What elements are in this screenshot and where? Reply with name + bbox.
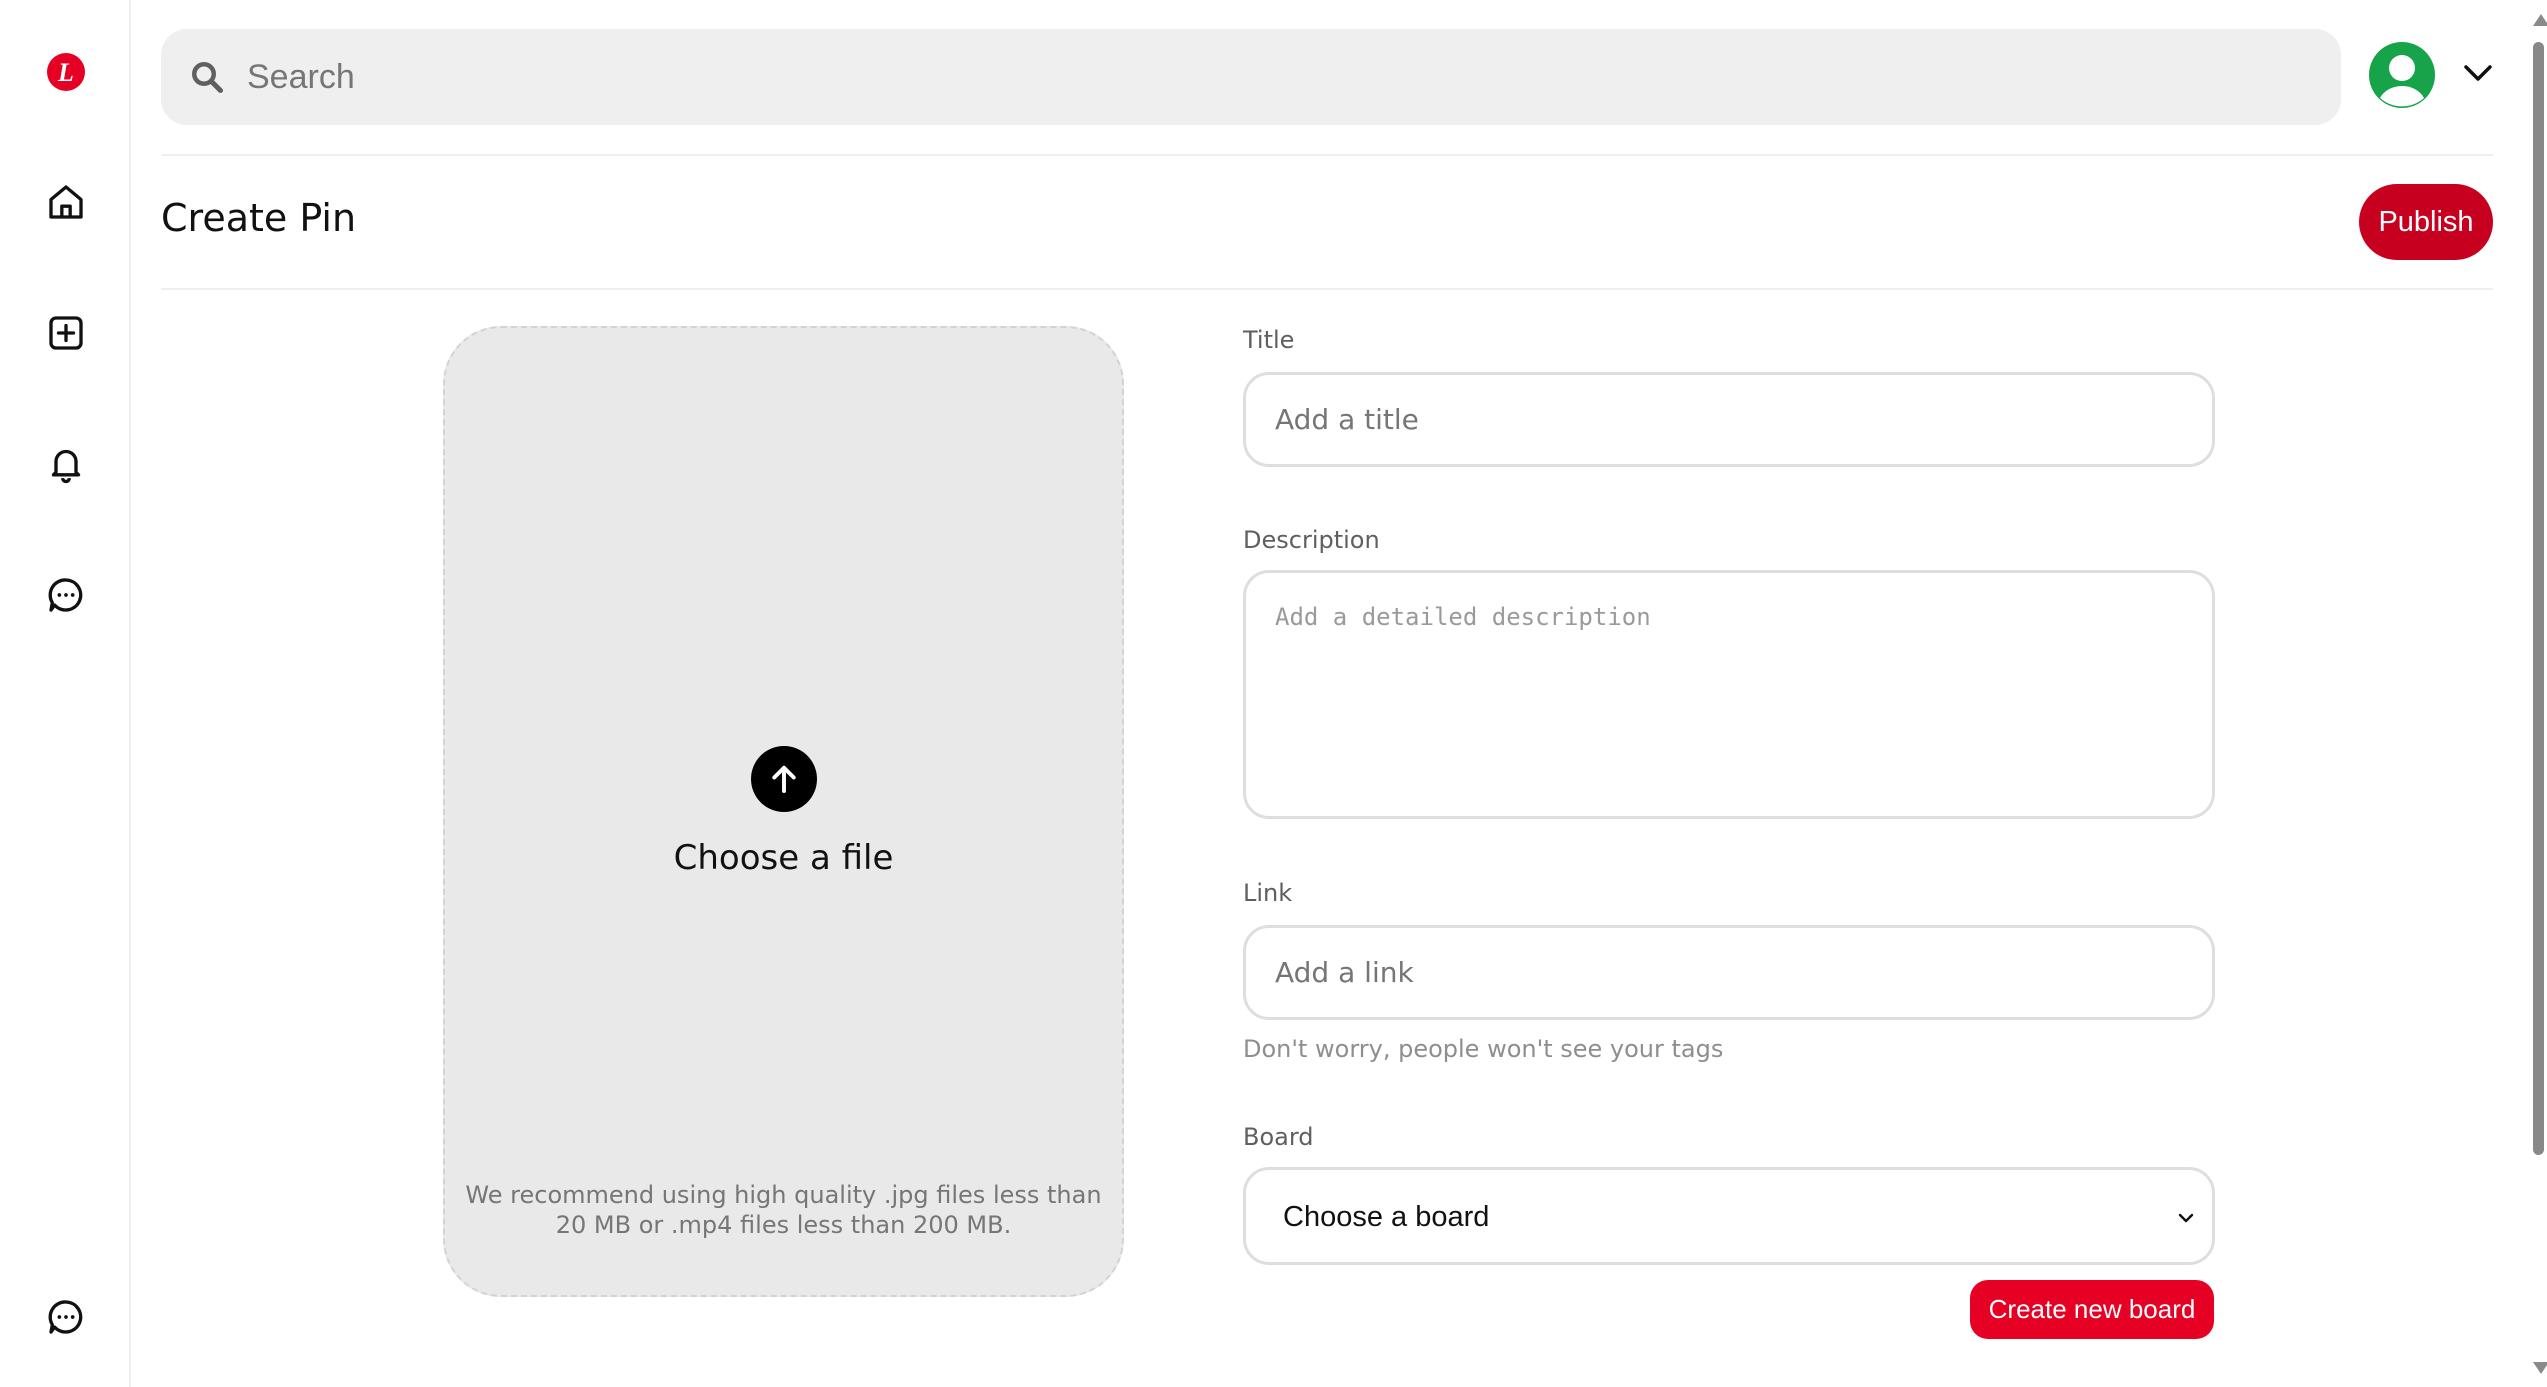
title-input[interactable] [1243,372,2215,467]
arrow-up-icon [772,765,796,793]
search-icon [192,62,224,94]
user-avatar-button[interactable] [2368,41,2436,109]
page-title: Create Pin [161,196,357,240]
svg-text:L: L [57,58,74,87]
header-divider [161,154,2493,156]
sidebar-item-messages[interactable] [34,563,98,627]
description-label: Description [1243,526,1380,554]
description-textarea[interactable] [1243,570,2215,819]
chat-icon [48,578,83,612]
board-select-value: Choose a board [1283,1201,1490,1233]
chevron-down-icon [2464,65,2492,81]
search-input[interactable] [247,29,2307,125]
board-label: Board [1243,1123,1314,1151]
sidebar-bottom-chat[interactable] [34,1285,98,1349]
board-select[interactable]: Choose a board [1243,1167,2215,1265]
scrollbar[interactable] [2529,0,2547,1387]
upload-button[interactable] [751,746,817,812]
scroll-up-arrow[interactable] [2533,14,2547,26]
upload-recommendation: We recommend using high quality .jpg fil… [465,1181,1102,1239]
account-menu-button[interactable] [2460,58,2496,88]
scroll-down-arrow[interactable] [2533,1362,2547,1374]
link-input[interactable] [1243,925,2215,1020]
sidebar-item-create[interactable] [34,301,98,365]
plus-square-icon [49,316,83,350]
create-new-board-button[interactable]: Create new board [1970,1280,2214,1339]
chat-icon [48,1300,83,1334]
content-divider [161,288,2493,290]
brand-logo[interactable]: L [34,40,98,104]
link-label: Link [1243,879,1293,907]
home-icon [49,185,83,219]
chevron-down-icon [2178,1213,2194,1223]
scroll-thumb[interactable] [2533,42,2544,1155]
choose-file-label[interactable]: Choose a file [445,838,1122,878]
user-avatar-icon [2369,42,2435,108]
link-hint: Don't worry, people won't see your tags [1243,1035,1724,1063]
sidebar: L [0,0,131,1387]
brand-logo-icon: L [47,53,85,91]
publish-button[interactable]: Publish [2359,184,2493,260]
file-upload-area[interactable]: Choose a file We recommend using high qu… [443,326,1124,1297]
title-label: Title [1243,326,1295,354]
sidebar-item-home[interactable] [34,170,98,234]
bell-icon [51,449,81,484]
sidebar-item-notifications[interactable] [34,432,98,496]
search-bar [161,29,2341,125]
